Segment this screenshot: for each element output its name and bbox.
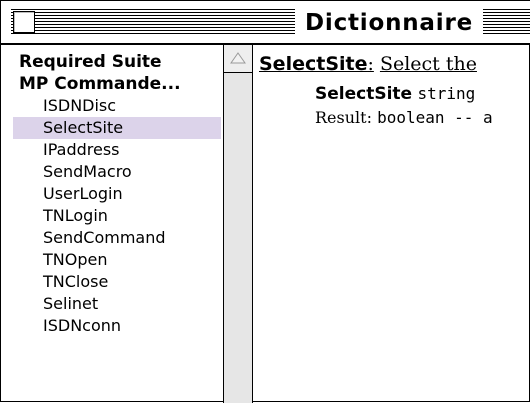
definition-header: SelectSite: Select the	[259, 51, 477, 77]
scroll-up-button[interactable]	[224, 45, 252, 73]
syntax-argument: string	[417, 84, 476, 103]
definition-name: SelectSite	[259, 53, 368, 75]
window-title: Dictionnaire	[295, 6, 483, 40]
list-item-sendcommand[interactable]: SendCommand	[13, 227, 221, 249]
definition-pane: SelectSite: Select the SelectSite string…	[259, 51, 530, 401]
suite-list[interactable]: Required Suite MP Commande... ISDNDisc S…	[13, 51, 221, 401]
list-item-isdndisc[interactable]: ISDNDisc	[13, 95, 221, 117]
list-item-tnclose[interactable]: TNClose	[13, 271, 221, 293]
list-item-isdnconn[interactable]: ISDNconn	[13, 315, 221, 337]
list-item-userlogin[interactable]: UserLogin	[13, 183, 221, 205]
syntax-command: SelectSite	[315, 84, 413, 104]
suite-title-required[interactable]: Required Suite	[19, 51, 162, 73]
definition-description: Select the	[379, 53, 477, 75]
list-item-ipaddress[interactable]: IPaddress	[13, 139, 221, 161]
list-item-selectsite[interactable]: SelectSite	[13, 117, 221, 139]
triangle-up-icon	[230, 52, 246, 64]
list-item-selinet[interactable]: Selinet	[13, 293, 221, 315]
suite-title-mp-commande[interactable]: MP Commande...	[19, 73, 181, 95]
result-value: boolean -- a	[377, 108, 493, 127]
close-box-icon[interactable]	[13, 11, 35, 33]
dictionary-window: Dictionnaire Required Suite MP Commande.…	[0, 0, 530, 403]
list-item-tnopen[interactable]: TNOpen	[13, 249, 221, 271]
definition-separator: :	[367, 53, 374, 75]
list-item-sendmacro[interactable]: SendMacro	[13, 161, 221, 183]
definition-syntax: SelectSite string	[315, 83, 475, 105]
definition-result: Result: boolean -- a	[315, 107, 493, 129]
result-label: Result:	[315, 108, 372, 127]
suite-list-scrollbar[interactable]	[223, 45, 253, 403]
list-item-tnlogin[interactable]: TNLogin	[13, 205, 221, 227]
title-bar[interactable]: Dictionnaire	[1, 1, 530, 45]
